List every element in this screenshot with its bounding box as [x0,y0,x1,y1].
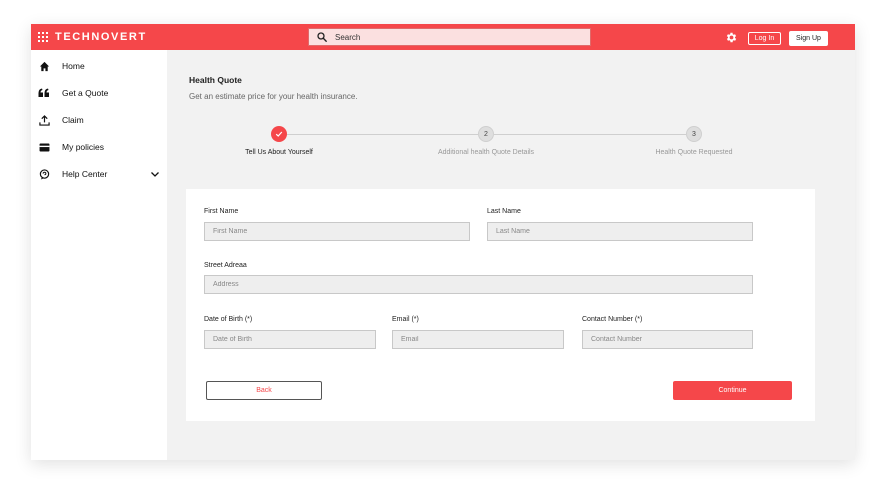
check-icon [275,131,283,137]
email-label: Email (*) [392,316,419,323]
signup-button[interactable]: Sign Up [789,31,828,46]
brand[interactable]: TECHNOVERT [38,30,147,44]
date-of-birth-label: Date of Birth (*) [204,316,253,323]
chevron-down-icon[interactable] [150,169,160,179]
sidebar-item-label: Home [62,61,85,71]
step-connector [287,134,478,135]
help-icon [38,168,50,180]
email-field[interactable] [392,330,564,349]
contact-number-label: Contact Number (*) [582,316,643,323]
search-bar[interactable] [308,28,591,46]
contact-number-field[interactable] [582,330,753,349]
page-subtitle: Get an estimate price for your health in… [189,92,358,101]
progress-stepper: 2 3 Tell Us About Yourself Additional he… [31,124,855,164]
login-button[interactable]: Log In [748,32,781,45]
last-name-field[interactable] [487,222,753,241]
step-1-circle [271,126,287,142]
home-icon [38,60,50,72]
app-window: TECHNOVERT Log In Sign Up Home Get a Q [31,24,855,460]
first-name-field[interactable] [204,222,470,241]
street-address-field[interactable] [204,275,753,294]
step-connector [494,134,686,135]
first-name-label: First Name [204,208,239,215]
quote-icon [38,87,50,99]
date-of-birth-field[interactable] [204,330,376,349]
sidebar-item-label: Get a Quote [62,88,109,98]
step-2-circle: 2 [478,126,494,142]
sidebar-item-label: Help Center [62,169,108,179]
sidebar-item-help-center[interactable]: Help Center [31,164,167,184]
sidebar-item-get-a-quote[interactable]: Get a Quote [31,83,167,103]
search-icon [317,32,327,42]
gear-icon[interactable] [725,31,738,44]
continue-button[interactable]: Continue [673,381,792,400]
sidebar-item-home[interactable]: Home [31,56,167,76]
step-2-label: Additional health Quote Details [437,149,535,156]
page-title: Health Quote [189,75,242,85]
last-name-label: Last Name [487,208,521,215]
search-input[interactable] [335,32,575,42]
back-button[interactable]: Back [206,381,322,400]
top-bar: TECHNOVERT Log In Sign Up [31,24,855,50]
step-3-label: Health Quote Requested [655,149,733,156]
brand-name: TECHNOVERT [55,31,147,43]
quote-form-card: First Name Last Name Street Adreaa Date … [186,189,815,421]
step-3-circle: 3 [686,126,702,142]
street-address-label: Street Adreaa [204,262,247,269]
apps-grid-icon[interactable] [38,32,48,42]
step-1-label: Tell Us About Yourself [245,149,313,156]
sidebar: Home Get a Quote Claim My policies Help … [31,50,167,460]
